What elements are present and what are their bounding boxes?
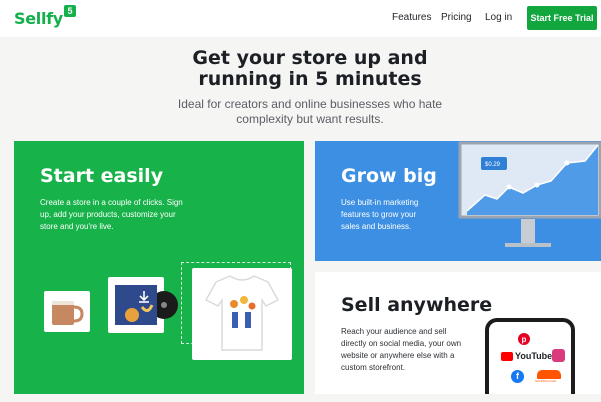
pinterest-icon: p [518, 333, 530, 345]
youtube-icon [501, 352, 513, 361]
nav-link-features[interactable]: Features [392, 12, 431, 23]
grow-big-title: Grow big [341, 165, 437, 187]
nav-link-login[interactable]: Log in [485, 12, 512, 23]
soundcloud-label: SOUNDCLOUD [535, 379, 557, 383]
sell-anywhere-title: Sell anywhere [341, 294, 493, 316]
monitor-analytics-illustration [458, 141, 601, 247]
hero-title-line-2: running in 5 minutes [198, 68, 422, 90]
facebook-icon: f [511, 370, 524, 383]
instagram-icon [552, 349, 565, 362]
hero-subtitle-line-1: Ideal for creators and online businesses… [177, 97, 443, 111]
soundcloud-icon [537, 370, 561, 379]
grow-big-card: Grow big Use built-in marketing features… [315, 141, 601, 261]
start-easily-title: Start easily [40, 165, 164, 187]
start-easily-card: Start easily Create a store in a couple … [14, 141, 304, 394]
sellfy-logo[interactable]: Sellfy [14, 9, 63, 28]
svg-text:p: p [522, 335, 527, 344]
music-album-illustration [115, 285, 178, 325]
sell-anywhere-description: Reach your audience and sell directly on… [341, 327, 462, 372]
music-product-tile [108, 277, 178, 333]
price-tag: $0.29 [485, 162, 501, 168]
hero-subtitle-line-2: complexity but want results. [236, 112, 384, 126]
start-easily-description: Create a store in a couple of clicks. Si… [40, 198, 183, 231]
hero-subtitle: Ideal for creators and online businesses… [150, 97, 470, 127]
youtube-label: YouTube [515, 351, 553, 361]
nav-link-pricing[interactable]: Pricing [441, 12, 472, 23]
mug-product-tile [44, 291, 90, 332]
sell-anywhere-card: Sell anywhere Reach your audience and se… [315, 272, 601, 394]
grow-big-description: Use built-in marketing features to grow … [341, 198, 419, 231]
start-free-trial-button[interactable]: Start Free Trial [527, 6, 597, 30]
mug-illustration [52, 301, 84, 325]
tshirt-illustration [205, 275, 279, 351]
logo-badge: 5 [64, 5, 76, 17]
top-navigation: Sellfy 5 Features Pricing Log in Start F… [0, 0, 601, 37]
hero-title: Get your store up and running in 5 minut… [150, 48, 470, 90]
tshirt-product-tile [192, 268, 292, 360]
hero-title-line-1: Get your store up and [192, 47, 428, 69]
